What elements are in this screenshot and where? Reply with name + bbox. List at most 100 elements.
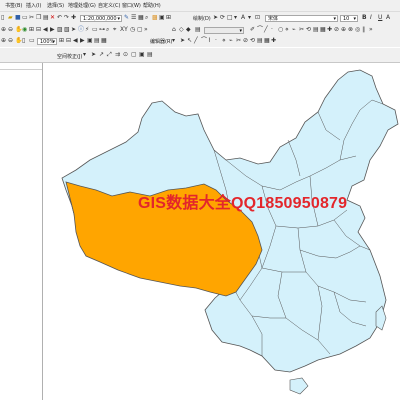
fixed-zoom-in-icon[interactable]: ⊞ bbox=[59, 37, 64, 45]
zoom-in-icon[interactable]: ⊕ bbox=[1, 26, 6, 34]
layout-zoom-out-icon[interactable]: ⊖ bbox=[8, 37, 13, 45]
rotate-icon[interactable]: ⟲ bbox=[250, 37, 255, 45]
search-icon[interactable]: ⌕ bbox=[145, 14, 148, 22]
zoom-whole-page-icon[interactable]: ▯ bbox=[22, 37, 25, 45]
select-features-icon[interactable]: ▨ bbox=[57, 26, 63, 34]
chevron-down-icon[interactable]: ▾ bbox=[83, 51, 86, 59]
font-name-combo[interactable]: 宋体 ▾ bbox=[265, 15, 338, 22]
chevron-down-icon[interactable]: ▾ bbox=[172, 37, 175, 45]
fixed-zoom-out-icon[interactable]: ⊟ bbox=[36, 26, 41, 34]
hyperlink-icon[interactable]: ⚡ bbox=[85, 26, 89, 34]
zoom-out-icon[interactable]: ⊖ bbox=[8, 26, 13, 34]
print-icon[interactable]: ▭ bbox=[22, 14, 28, 22]
new-identity-link-icon[interactable]: ⊙ bbox=[123, 51, 128, 59]
bold-icon[interactable]: B bbox=[362, 14, 367, 22]
edit-annotation-icon[interactable]: ↖ bbox=[187, 37, 192, 45]
menu-bookmarks[interactable]: 书签(B) bbox=[5, 2, 22, 9]
cut-polygons-icon[interactable]: ✂ bbox=[236, 37, 241, 45]
map-display[interactable]: GIS数据大全QQ1850950879 bbox=[43, 63, 400, 400]
clear-limited-adjustment-area-icon[interactable]: ▣ bbox=[139, 51, 145, 59]
measure-icon[interactable]: ⊶ bbox=[99, 26, 105, 34]
drawing-menu[interactable]: 绘制(D) bbox=[193, 15, 211, 22]
create-features-icon[interactable]: ✚ bbox=[327, 26, 332, 34]
sketch-properties-icon[interactable]: ▦ bbox=[320, 26, 326, 34]
menu-selection[interactable]: 选择(S) bbox=[47, 2, 64, 9]
redo-icon[interactable]: ↷ bbox=[64, 14, 69, 22]
italic-icon[interactable]: I bbox=[370, 14, 372, 22]
table-of-contents-pane[interactable] bbox=[0, 63, 43, 400]
focus-data-frame-icon[interactable]: ▣ bbox=[87, 37, 93, 45]
fixed-zoom-in-icon[interactable]: ⊞ bbox=[29, 26, 34, 34]
layout-zoom-in-icon[interactable]: ⊕ bbox=[1, 37, 6, 45]
select-elements-icon[interactable]: ➤ bbox=[213, 14, 218, 22]
delete-icon[interactable]: ✕ bbox=[50, 14, 55, 22]
clear-selection-icon[interactable]: ▧ bbox=[64, 26, 70, 34]
create-viewer-icon[interactable]: ▢ bbox=[137, 26, 143, 34]
copy-icon[interactable]: ❐ bbox=[36, 14, 41, 22]
new-displacement-link-icon[interactable]: ↗ bbox=[99, 51, 104, 59]
sketch-properties-icon[interactable]: ▦ bbox=[264, 37, 270, 45]
menu-help[interactable]: 帮助(H) bbox=[143, 2, 161, 9]
time-slider-icon[interactable]: ◷ bbox=[130, 26, 135, 34]
point-icon[interactable]: · bbox=[271, 26, 273, 34]
create-features-icon[interactable]: ✚ bbox=[271, 37, 276, 45]
split-icon[interactable]: ✂ bbox=[299, 26, 304, 34]
multiple-displacement-links-icon[interactable]: ⇉ bbox=[115, 51, 120, 59]
attributes-icon[interactable]: ▤ bbox=[313, 26, 319, 34]
open-folder-icon[interactable]: ▰ bbox=[8, 14, 13, 22]
identify-icon[interactable]: ⓘ bbox=[78, 26, 84, 34]
straight-segment-icon[interactable]: ╱ bbox=[194, 37, 198, 45]
menu-windows[interactable]: 窗口(W) bbox=[122, 2, 141, 9]
add-data-icon[interactable]: ✚ bbox=[71, 14, 76, 22]
reshape-icon[interactable]: ⌁ bbox=[229, 37, 233, 45]
editor-menu[interactable]: 编辑器(R) bbox=[150, 38, 172, 45]
layout-zoom-combo[interactable]: 100% ▾ bbox=[37, 38, 57, 45]
select-elements-icon[interactable]: ➤ bbox=[71, 26, 76, 34]
select-elements-icon[interactable]: ➤ bbox=[91, 51, 96, 59]
new-document-icon[interactable]: ▯ bbox=[1, 14, 4, 22]
menu-customize[interactable]: 自定义(C) bbox=[98, 2, 120, 9]
python-icon[interactable]: ▣ bbox=[159, 14, 165, 22]
forward-extent-icon[interactable]: ▶ bbox=[50, 26, 55, 34]
map-scale-combo[interactable]: 1:20,000,000 ▾ bbox=[80, 15, 122, 22]
new-limited-adjustment-area-icon[interactable]: ▢ bbox=[131, 51, 137, 59]
merge-icon[interactable]: ⊗ bbox=[348, 26, 353, 34]
menu-geoprocessing[interactable]: 地理处理(G) bbox=[68, 2, 96, 9]
union-icon[interactable]: ⊕ bbox=[341, 26, 346, 34]
fixed-zoom-out-icon[interactable]: ⊟ bbox=[66, 37, 71, 45]
full-extent-icon[interactable]: ◉ bbox=[22, 26, 27, 34]
trace-icon[interactable]: ⌇ bbox=[208, 37, 211, 45]
find-icon[interactable]: ⌕ bbox=[106, 26, 109, 34]
edit-vertices-icon[interactable]: ⊡ bbox=[255, 14, 260, 22]
attributes-icon[interactable]: ▤ bbox=[257, 37, 263, 45]
end-point-arc-icon[interactable]: ⌒ bbox=[201, 37, 207, 45]
text-tool-icon[interactable]: A bbox=[241, 14, 245, 22]
draft-mode-icon[interactable]: ▦ bbox=[101, 37, 107, 45]
editor-toolbar-icon[interactable]: ✎ bbox=[124, 14, 129, 22]
line-icon[interactable]: ╱ bbox=[264, 26, 268, 34]
back-extent-icon[interactable]: ◀ bbox=[43, 26, 48, 34]
rectangle-tool-icon[interactable]: □ bbox=[227, 14, 233, 22]
table-of-contents-icon[interactable]: ☰ bbox=[131, 14, 136, 22]
model-builder-icon[interactable]: ⊞ bbox=[166, 14, 171, 22]
underline-icon[interactable]: U bbox=[378, 14, 382, 22]
catalog-icon[interactable]: ▦ bbox=[138, 14, 144, 22]
forward-extent-icon[interactable]: ▶ bbox=[80, 37, 85, 45]
font-size-combo[interactable]: 10 ▾ bbox=[340, 15, 358, 22]
buffer-icon[interactable]: ◎ bbox=[355, 26, 360, 34]
edit-vertices-icon[interactable]: ⋄ bbox=[222, 37, 226, 45]
arctoolbox-icon[interactable]: ▩ bbox=[152, 14, 158, 22]
snapping-icon[interactable]: ◇ bbox=[179, 26, 184, 34]
circle-icon[interactable]: ○ bbox=[278, 26, 283, 34]
topology-icon[interactable]: ⌂ bbox=[172, 26, 176, 34]
edit-tool-icon[interactable]: ➤ bbox=[180, 37, 185, 45]
overflow-icon[interactable]: » bbox=[369, 26, 373, 34]
paste-icon[interactable]: ▤ bbox=[43, 14, 49, 22]
shape-dropdown-icon[interactable]: ▾ bbox=[234, 14, 237, 22]
undo-icon[interactable]: ↶ bbox=[57, 14, 62, 22]
change-layout-icon[interactable]: ▤ bbox=[94, 37, 100, 45]
cut-polygons-icon[interactable]: ⊘ bbox=[334, 26, 339, 34]
text-dropdown-icon[interactable]: ▾ bbox=[248, 14, 251, 22]
save-icon[interactable]: ■ bbox=[15, 14, 21, 22]
back-extent-icon[interactable]: ◀ bbox=[73, 37, 78, 45]
